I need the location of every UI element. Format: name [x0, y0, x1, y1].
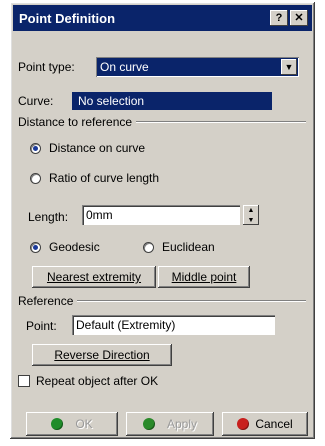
apply-label: Apply — [166, 417, 198, 431]
distance-on-curve-label: Distance on curve — [49, 141, 146, 155]
length-value: 0mm — [86, 208, 113, 222]
reference-group-title: Reference — [18, 294, 74, 308]
title-bar[interactable]: Point Definition ? ✕ — [13, 5, 312, 31]
group-divider — [77, 300, 306, 302]
curve-value: No selection — [78, 94, 145, 108]
point-type-combo[interactable]: On curve ▼ — [96, 57, 299, 77]
point-type-value: On curve — [100, 60, 149, 74]
repeat-label: Repeat object after OK — [36, 374, 159, 388]
radio-unselected-icon[interactable] — [143, 241, 154, 253]
cancel-dot-icon — [237, 418, 250, 430]
reverse-direction-label: Reverse Direction — [54, 348, 150, 362]
dialog-title: Point Definition — [19, 10, 116, 26]
reference-group-header: Reference — [18, 294, 306, 308]
euclidean-label: Euclidean — [162, 240, 215, 254]
curve-row: Curve: — [18, 94, 53, 108]
radio-geodesic[interactable]: Geodesic — [30, 240, 100, 254]
curve-selection-field[interactable]: No selection — [72, 92, 272, 110]
apply-button[interactable]: Apply — [126, 412, 214, 436]
ok-label: OK — [75, 417, 93, 431]
radio-euclidean[interactable]: Euclidean — [143, 240, 215, 254]
reference-point-input[interactable]: Default (Extremity) — [72, 315, 275, 335]
help-button[interactable]: ? — [270, 10, 288, 26]
distance-group-title: Distance to reference — [18, 115, 133, 129]
point-type-label: Point type: — [18, 60, 75, 74]
length-input[interactable]: 0mm — [82, 205, 240, 225]
close-button[interactable]: ✕ — [290, 10, 308, 26]
spin-up-icon[interactable]: ▲ — [248, 207, 255, 214]
radio-selected-icon[interactable] — [30, 241, 41, 253]
ratio-label: Ratio of curve length — [49, 171, 160, 185]
radio-ratio-of-curve-length[interactable]: Ratio of curve length — [30, 171, 159, 185]
reverse-direction-button[interactable]: Reverse Direction — [32, 344, 172, 366]
distance-group-header: Distance to reference — [18, 115, 306, 129]
radio-selected-icon[interactable] — [30, 142, 41, 154]
repeat-object-checkbox[interactable]: Repeat object after OK — [18, 374, 158, 388]
checkbox-icon[interactable] — [18, 375, 30, 387]
ok-button[interactable]: OK — [26, 412, 118, 436]
group-divider — [136, 121, 306, 123]
chevron-down-icon[interactable]: ▼ — [281, 59, 297, 75]
point-type-row: Point type: — [18, 60, 75, 74]
length-label: Length: — [28, 210, 69, 224]
ok-dot-icon — [51, 418, 64, 430]
radio-distance-on-curve[interactable]: Distance on curve — [30, 141, 145, 155]
length-row: Length: — [28, 210, 68, 224]
cancel-button[interactable]: Cancel — [222, 412, 308, 436]
middle-point-label: Middle point — [171, 270, 237, 284]
length-spinner[interactable]: ▲ ▼ — [243, 205, 259, 225]
point-label: Point: — [26, 319, 57, 333]
reference-point-row: Point: — [26, 319, 57, 333]
curve-label: Curve: — [18, 94, 54, 108]
middle-point-button[interactable]: Middle point — [158, 266, 250, 288]
apply-dot-icon — [142, 418, 155, 430]
cancel-label: Cancel — [255, 417, 293, 431]
nearest-extremity-button[interactable]: Nearest extremity — [32, 266, 156, 288]
radio-unselected-icon[interactable] — [30, 172, 41, 184]
spin-down-icon[interactable]: ▼ — [248, 217, 255, 224]
nearest-extremity-label: Nearest extremity — [46, 270, 142, 284]
geodesic-label: Geodesic — [49, 240, 100, 254]
point-definition-dialog: Point Definition ? ✕ Point type: On curv… — [10, 2, 315, 439]
reference-point-value: Default (Extremity) — [76, 318, 176, 332]
